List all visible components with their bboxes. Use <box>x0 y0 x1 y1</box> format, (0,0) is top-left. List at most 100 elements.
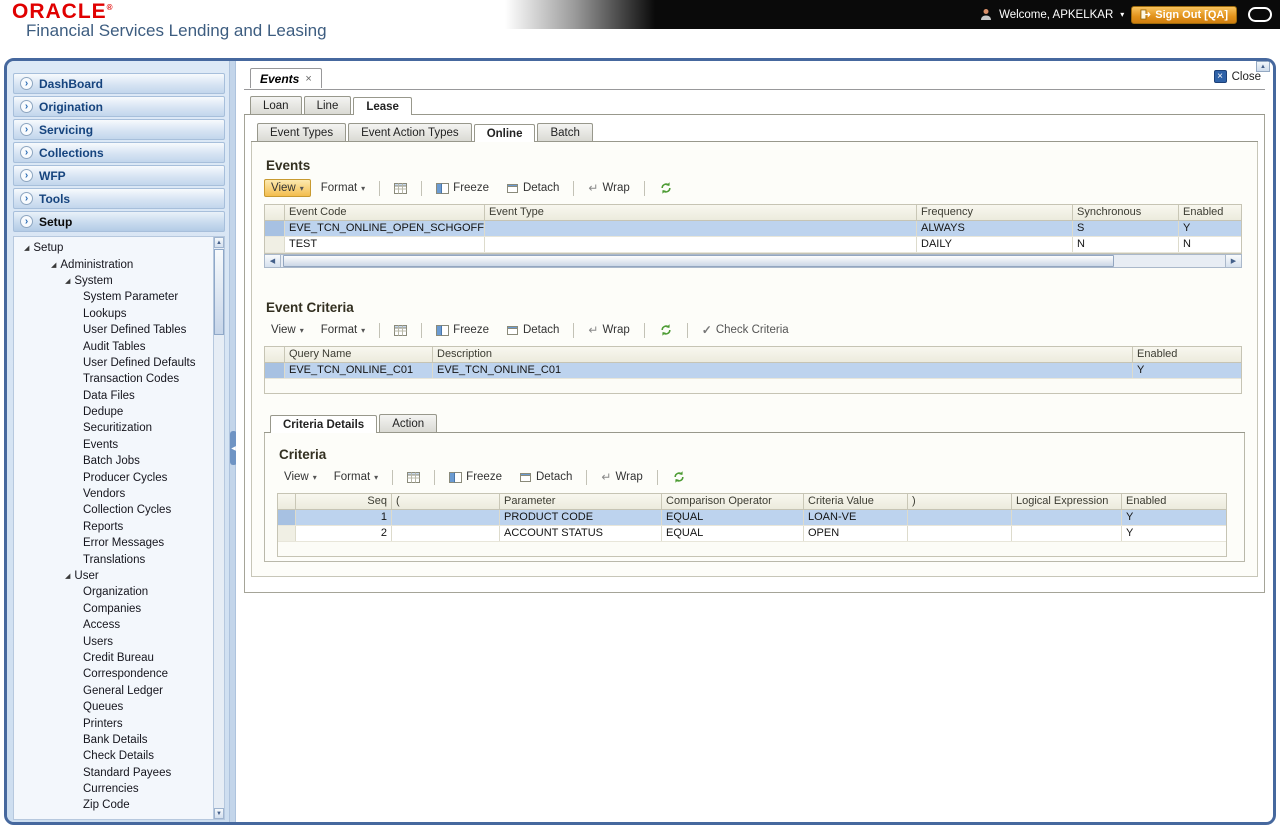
tree-item[interactable]: ◢ System Parameter <box>14 289 212 305</box>
tree-item[interactable]: ◢ Securitization <box>14 420 212 436</box>
product-tab[interactable]: Lease <box>353 97 412 115</box>
tree-item[interactable]: ◢ Zip Code <box>14 797 212 813</box>
column-header-event-code[interactable]: Event Code <box>285 205 485 220</box>
column-header-comparison-operator[interactable]: Comparison Operator <box>662 494 804 509</box>
accordion-item[interactable]: › Servicing <box>13 119 225 140</box>
tab-events-document[interactable]: Events × <box>250 68 322 88</box>
event-subtab[interactable]: Event Types <box>257 123 347 141</box>
tree-item[interactable]: ◢ Collection Cycles <box>14 502 212 518</box>
column-header-criteria-value[interactable]: Criteria Value <box>804 494 908 509</box>
accordion-item[interactable]: › Origination <box>13 96 225 117</box>
event-subtab[interactable]: Batch <box>537 123 593 141</box>
tree-item[interactable]: ◢ Users <box>14 633 212 649</box>
accordion-item[interactable]: › Tools <box>13 188 225 209</box>
column-header-close-paren[interactable]: ) <box>908 494 1012 509</box>
column-header-enabled[interactable]: Enabled <box>1179 205 1241 220</box>
tree-scrollbar-thumb[interactable] <box>214 249 224 335</box>
accordion-item[interactable]: › Collections <box>13 142 225 163</box>
events-table-row[interactable]: EVE_TCN_ONLINE_OPEN_SCHGOFF ALWAYS S Y <box>265 221 1241 237</box>
column-header-description[interactable]: Description <box>433 347 1133 362</box>
tree-item[interactable]: ◢ Bank Details <box>14 732 212 748</box>
tree-expand-icon[interactable]: ◢ <box>24 244 29 252</box>
wrap-button[interactable]: ↵ Wrap <box>581 320 636 340</box>
view-menu-button[interactable]: View ▾ <box>264 321 311 339</box>
export-button[interactable] <box>387 321 414 340</box>
tree-item[interactable]: ◢ Reports <box>14 519 212 535</box>
column-header-parameter[interactable]: Parameter <box>500 494 662 509</box>
tree-item[interactable]: ◢ Organization <box>14 584 212 600</box>
tree-item[interactable]: ◢ Transaction Codes <box>14 371 212 387</box>
tree-item[interactable]: ◢ Access <box>14 617 212 633</box>
tree-item[interactable]: ◢ User Defined Tables <box>14 322 212 338</box>
column-header-enabled[interactable]: Enabled <box>1122 494 1226 509</box>
detach-button[interactable]: Detach <box>499 321 566 340</box>
tree-item[interactable]: ◢ Printers <box>14 715 212 731</box>
event-subtab[interactable]: Event Action Types <box>348 123 472 141</box>
freeze-button[interactable]: Freeze <box>429 179 496 198</box>
scroll-down-icon[interactable]: ▼ <box>214 808 224 819</box>
tree-item[interactable]: ◢ Batch Jobs <box>14 453 212 469</box>
close-button[interactable]: × Close <box>1213 70 1261 83</box>
events-hscrollbar-track[interactable] <box>281 255 1225 267</box>
criteria-table-row[interactable]: 1 PRODUCT CODE EQUAL LOAN-VE Y <box>278 510 1226 526</box>
tree-item[interactable]: ◢ Dedupe <box>14 404 212 420</box>
tree-item[interactable]: ◢ Correspondence <box>14 666 212 682</box>
accordion-item[interactable]: › Setup <box>13 211 225 232</box>
column-header-query-name[interactable]: Query Name <box>285 347 433 362</box>
tree-item[interactable]: ◢ System <box>14 273 212 289</box>
column-header-seq[interactable]: Seq <box>296 494 392 509</box>
view-menu-button[interactable]: View ▾ <box>264 179 311 197</box>
column-header-event-type[interactable]: Event Type <box>485 205 917 220</box>
tree-item[interactable]: ◢ Audit Tables <box>14 338 212 354</box>
refresh-button[interactable] <box>652 178 680 198</box>
tree-item[interactable]: ◢ General Ledger <box>14 683 212 699</box>
format-menu-button[interactable]: Format ▾ <box>314 179 372 197</box>
tree-item[interactable]: ◢ Currencies <box>14 781 212 797</box>
column-header-frequency[interactable]: Frequency <box>917 205 1073 220</box>
accordion-item[interactable]: › DashBoard <box>13 73 225 94</box>
refresh-button[interactable] <box>652 320 680 340</box>
tree-item[interactable]: ◢ Events <box>14 437 212 453</box>
tree-item[interactable]: ◢ Standard Payees <box>14 765 212 781</box>
scroll-right-icon[interactable]: ▶ <box>1225 255 1241 267</box>
detach-button[interactable]: Detach <box>499 179 566 198</box>
tree-item[interactable]: ◢ User <box>14 568 212 584</box>
event-subtab[interactable]: Online <box>473 124 536 142</box>
events-table-row[interactable]: TEST DAILY N N <box>265 237 1241 253</box>
tree-expand-icon[interactable]: ◢ <box>51 261 56 269</box>
tree-item[interactable]: ◢ User Defined Defaults <box>14 355 212 371</box>
format-menu-button[interactable]: Format ▾ <box>327 468 385 486</box>
scroll-left-icon[interactable]: ◀ <box>265 255 281 267</box>
column-header-open-paren[interactable]: ( <box>392 494 500 509</box>
export-button[interactable] <box>387 179 414 198</box>
column-header-synchronous[interactable]: Synchronous <box>1073 205 1179 220</box>
sign-out-button[interactable]: Sign Out [QA] <box>1131 5 1237 24</box>
freeze-button[interactable]: Freeze <box>429 321 496 340</box>
event-criteria-table-row[interactable]: EVE_TCN_ONLINE_C01 EVE_TCN_ONLINE_C01 Y <box>265 363 1241 379</box>
export-button[interactable] <box>400 468 427 487</box>
tree-item[interactable]: ◢ Administration <box>14 256 212 272</box>
wrap-button[interactable]: ↵ Wrap <box>581 178 636 198</box>
column-header-enabled[interactable]: Enabled <box>1133 347 1241 362</box>
column-header-logical-expression[interactable]: Logical Expression <box>1012 494 1122 509</box>
tree-item[interactable]: ◢ Companies <box>14 601 212 617</box>
tree-item[interactable]: ◢ Queues <box>14 699 212 715</box>
tree-item[interactable]: ◢ Check Details <box>14 748 212 764</box>
criteria-table-row[interactable]: 2 ACCOUNT STATUS EQUAL OPEN Y <box>278 526 1226 542</box>
product-tab[interactable]: Loan <box>250 96 302 114</box>
tree-expand-icon[interactable]: ◢ <box>65 572 70 580</box>
tree-item[interactable]: ◢ Data Files <box>14 388 212 404</box>
freeze-button[interactable]: Freeze <box>442 468 509 487</box>
detail-tab[interactable]: Criteria Details <box>270 415 378 433</box>
tab-close-icon[interactable]: × <box>305 73 311 85</box>
refresh-button[interactable] <box>665 467 693 487</box>
events-hscrollbar-thumb[interactable] <box>283 255 1114 267</box>
wrap-button[interactable]: ↵ Wrap <box>594 467 649 487</box>
tree-item[interactable]: ◢ Setup <box>14 240 212 256</box>
tree-item[interactable]: ◢ Credit Bureau <box>14 650 212 666</box>
tree-expand-icon[interactable]: ◢ <box>65 277 70 285</box>
scroll-up-icon[interactable]: ▲ <box>214 237 224 248</box>
tree-scrollbar[interactable]: ▲ ▼ <box>213 237 224 819</box>
check-criteria-button[interactable]: ✓ Check Criteria <box>695 320 796 340</box>
product-tab[interactable]: Line <box>303 96 352 114</box>
